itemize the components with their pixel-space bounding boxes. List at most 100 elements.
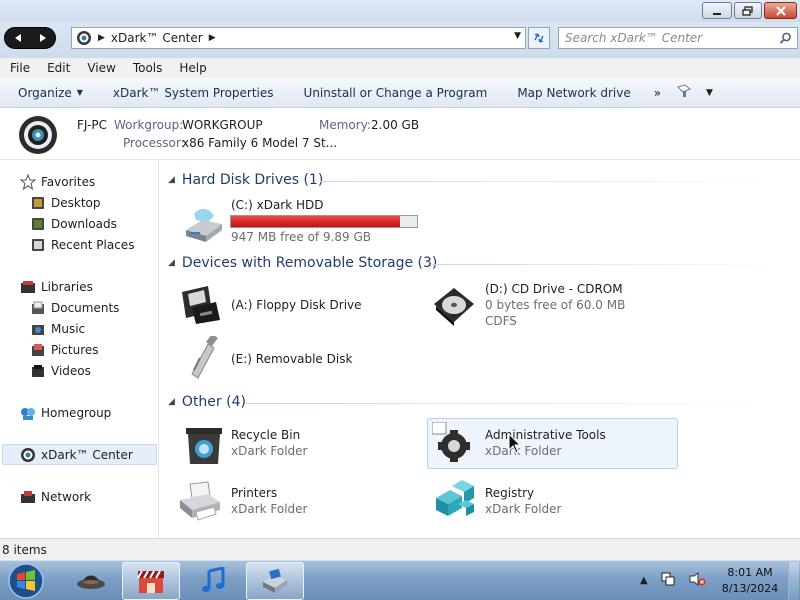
nav-pictures[interactable]: Pictures	[30, 342, 99, 358]
recycle-bin-name: Recycle Bin	[231, 428, 301, 442]
system-tray: ▲	[640, 571, 706, 590]
breadcrumb[interactable]: xDark™ Center	[111, 31, 203, 45]
maximize-button[interactable]	[734, 2, 762, 19]
taskbar-app-store[interactable]	[122, 562, 180, 600]
nav-recent-label: Recent Places	[51, 238, 135, 252]
group-removable-storage[interactable]: ◢ Devices with Removable Storage (3)	[168, 255, 437, 271]
downloads-icon	[30, 216, 46, 232]
store-app-icon	[137, 570, 164, 593]
organize-button[interactable]: Organize ▼	[0, 86, 98, 100]
menu-tools[interactable]: Tools	[123, 61, 170, 75]
volume-muted-icon[interactable]	[688, 571, 706, 590]
nav-music[interactable]: Music	[30, 321, 85, 337]
menu-file[interactable]: File	[0, 61, 37, 75]
taskbar-app-explorer[interactable]	[246, 562, 304, 600]
recycle-bin-icon	[186, 428, 222, 464]
workgroup-label: Workgroup:	[114, 118, 184, 132]
registry-type: xDark Folder	[485, 502, 562, 516]
nav-homegroup[interactable]: Homegroup	[20, 405, 111, 421]
documents-icon	[30, 300, 46, 316]
chevron-right-icon[interactable]: ▶	[209, 33, 216, 43]
search-box	[558, 27, 798, 49]
command-bar: Organize ▼ xDark™ System Properties Unin…	[0, 78, 800, 108]
mouse-cursor-icon	[508, 433, 522, 454]
administrative-tools-icon	[432, 422, 470, 462]
collapse-arrow-icon[interactable]: ◢	[168, 175, 175, 185]
xdark-center-icon	[77, 31, 91, 45]
desktop-icon	[30, 195, 46, 211]
chevron-right-icon[interactable]: ▶	[98, 33, 105, 43]
nav-recent-places[interactable]: Recent Places	[30, 237, 134, 253]
printer-icon	[180, 481, 220, 521]
menu-edit[interactable]: Edit	[37, 61, 77, 75]
search-icon[interactable]	[779, 32, 792, 45]
group-divider	[320, 181, 788, 182]
minimize-button[interactable]	[702, 2, 732, 19]
collapse-arrow-icon[interactable]: ◢	[168, 258, 175, 268]
group-divider	[246, 403, 788, 404]
system-properties-button[interactable]: xDark™ System Properties	[98, 86, 289, 100]
navigation-pane: Favorites Desktop Downloads Recent Place…	[0, 160, 159, 538]
show-hidden-icons-button[interactable]: ▲	[640, 575, 648, 586]
nav-libraries[interactable]: Libraries	[20, 279, 93, 295]
nav-documents[interactable]: Documents	[30, 300, 119, 316]
usb-drive-icon	[191, 336, 218, 379]
nav-videos[interactable]: Videos	[30, 363, 91, 379]
nav-network[interactable]: Network	[20, 489, 91, 505]
menu-help[interactable]: Help	[169, 61, 213, 75]
item-count: 8 items	[2, 542, 47, 557]
address-dropdown-icon[interactable]: ▼	[514, 31, 521, 41]
taskbar-app-music[interactable]	[184, 562, 242, 600]
group-divider	[432, 264, 788, 265]
taskbar-app-hat[interactable]	[62, 562, 120, 600]
nav-pictures-label: Pictures	[51, 343, 99, 357]
group-title: Other (4)	[181, 394, 246, 410]
cd-drive-icon	[434, 288, 474, 326]
drive-d-free-space: 0 bytes free of 60.0 MB	[485, 298, 626, 312]
nav-desktop[interactable]: Desktop	[30, 195, 101, 211]
search-input[interactable]	[565, 31, 779, 45]
processor-value: x86 Family 6 Model 7 St...	[182, 136, 338, 150]
printers-type: xDark Folder	[231, 502, 308, 516]
nav-center-label: xDark™ Center	[41, 448, 133, 462]
network-tray-icon[interactable]	[660, 571, 676, 590]
group-title: Devices with Removable Storage (3)	[181, 255, 438, 271]
organize-label: Organize	[18, 85, 72, 100]
clock[interactable]: 8:01 AM 8/13/2024	[716, 565, 784, 597]
back-button[interactable]	[12, 33, 24, 43]
view-options-dropdown[interactable]: ▼	[706, 88, 713, 98]
close-button[interactable]	[764, 2, 797, 19]
group-hard-disk-drives[interactable]: ◢ Hard Disk Drives (1)	[168, 172, 323, 188]
nav-libraries-label: Libraries	[41, 280, 93, 294]
address-row: ▶ xDark™ Center ▶ ▼	[0, 22, 800, 58]
nav-downloads[interactable]: Downloads	[30, 216, 117, 232]
clock-time: 8:01 AM	[727, 566, 773, 579]
forward-button[interactable]	[37, 33, 49, 43]
refresh-button[interactable]	[528, 27, 550, 49]
uninstall-program-button[interactable]: Uninstall or Change a Program	[289, 86, 503, 100]
change-view-button[interactable]	[676, 84, 692, 101]
nav-documents-label: Documents	[51, 301, 120, 315]
address-bar[interactable]: ▶ xDark™ Center ▶ ▼	[71, 27, 526, 49]
menu-view[interactable]: View	[77, 61, 122, 75]
drive-a-name: (A:) Floppy Disk Drive	[231, 298, 362, 312]
drive-c-usage-fill	[231, 216, 400, 227]
nav-xdark-center[interactable]: xDark™ Center	[20, 447, 133, 463]
map-network-drive-button[interactable]: Map Network drive	[502, 86, 645, 100]
workgroup-value: WORKGROUP	[182, 118, 263, 132]
collapse-arrow-icon[interactable]: ◢	[168, 397, 175, 407]
show-desktop-button[interactable]	[788, 562, 799, 600]
start-button[interactable]	[5, 562, 47, 600]
hard-drive-icon	[186, 208, 222, 242]
more-commands-button[interactable]: »	[646, 86, 669, 100]
group-other[interactable]: ◢ Other (4)	[168, 394, 246, 410]
administrative-tools-type: xDark Folder	[485, 444, 562, 458]
music-icon	[30, 321, 46, 337]
refresh-icon	[534, 33, 544, 43]
nav-buttons	[4, 27, 56, 49]
processor-label: Processor:	[123, 136, 185, 150]
details-header: FJ-PC Workgroup: WORKGROUP Memory: 2.00 …	[0, 108, 800, 160]
drive-e-name: (E:) Removable Disk	[231, 352, 353, 366]
forward-arrow-icon	[39, 34, 46, 42]
nav-favorites[interactable]: Favorites	[20, 174, 95, 190]
